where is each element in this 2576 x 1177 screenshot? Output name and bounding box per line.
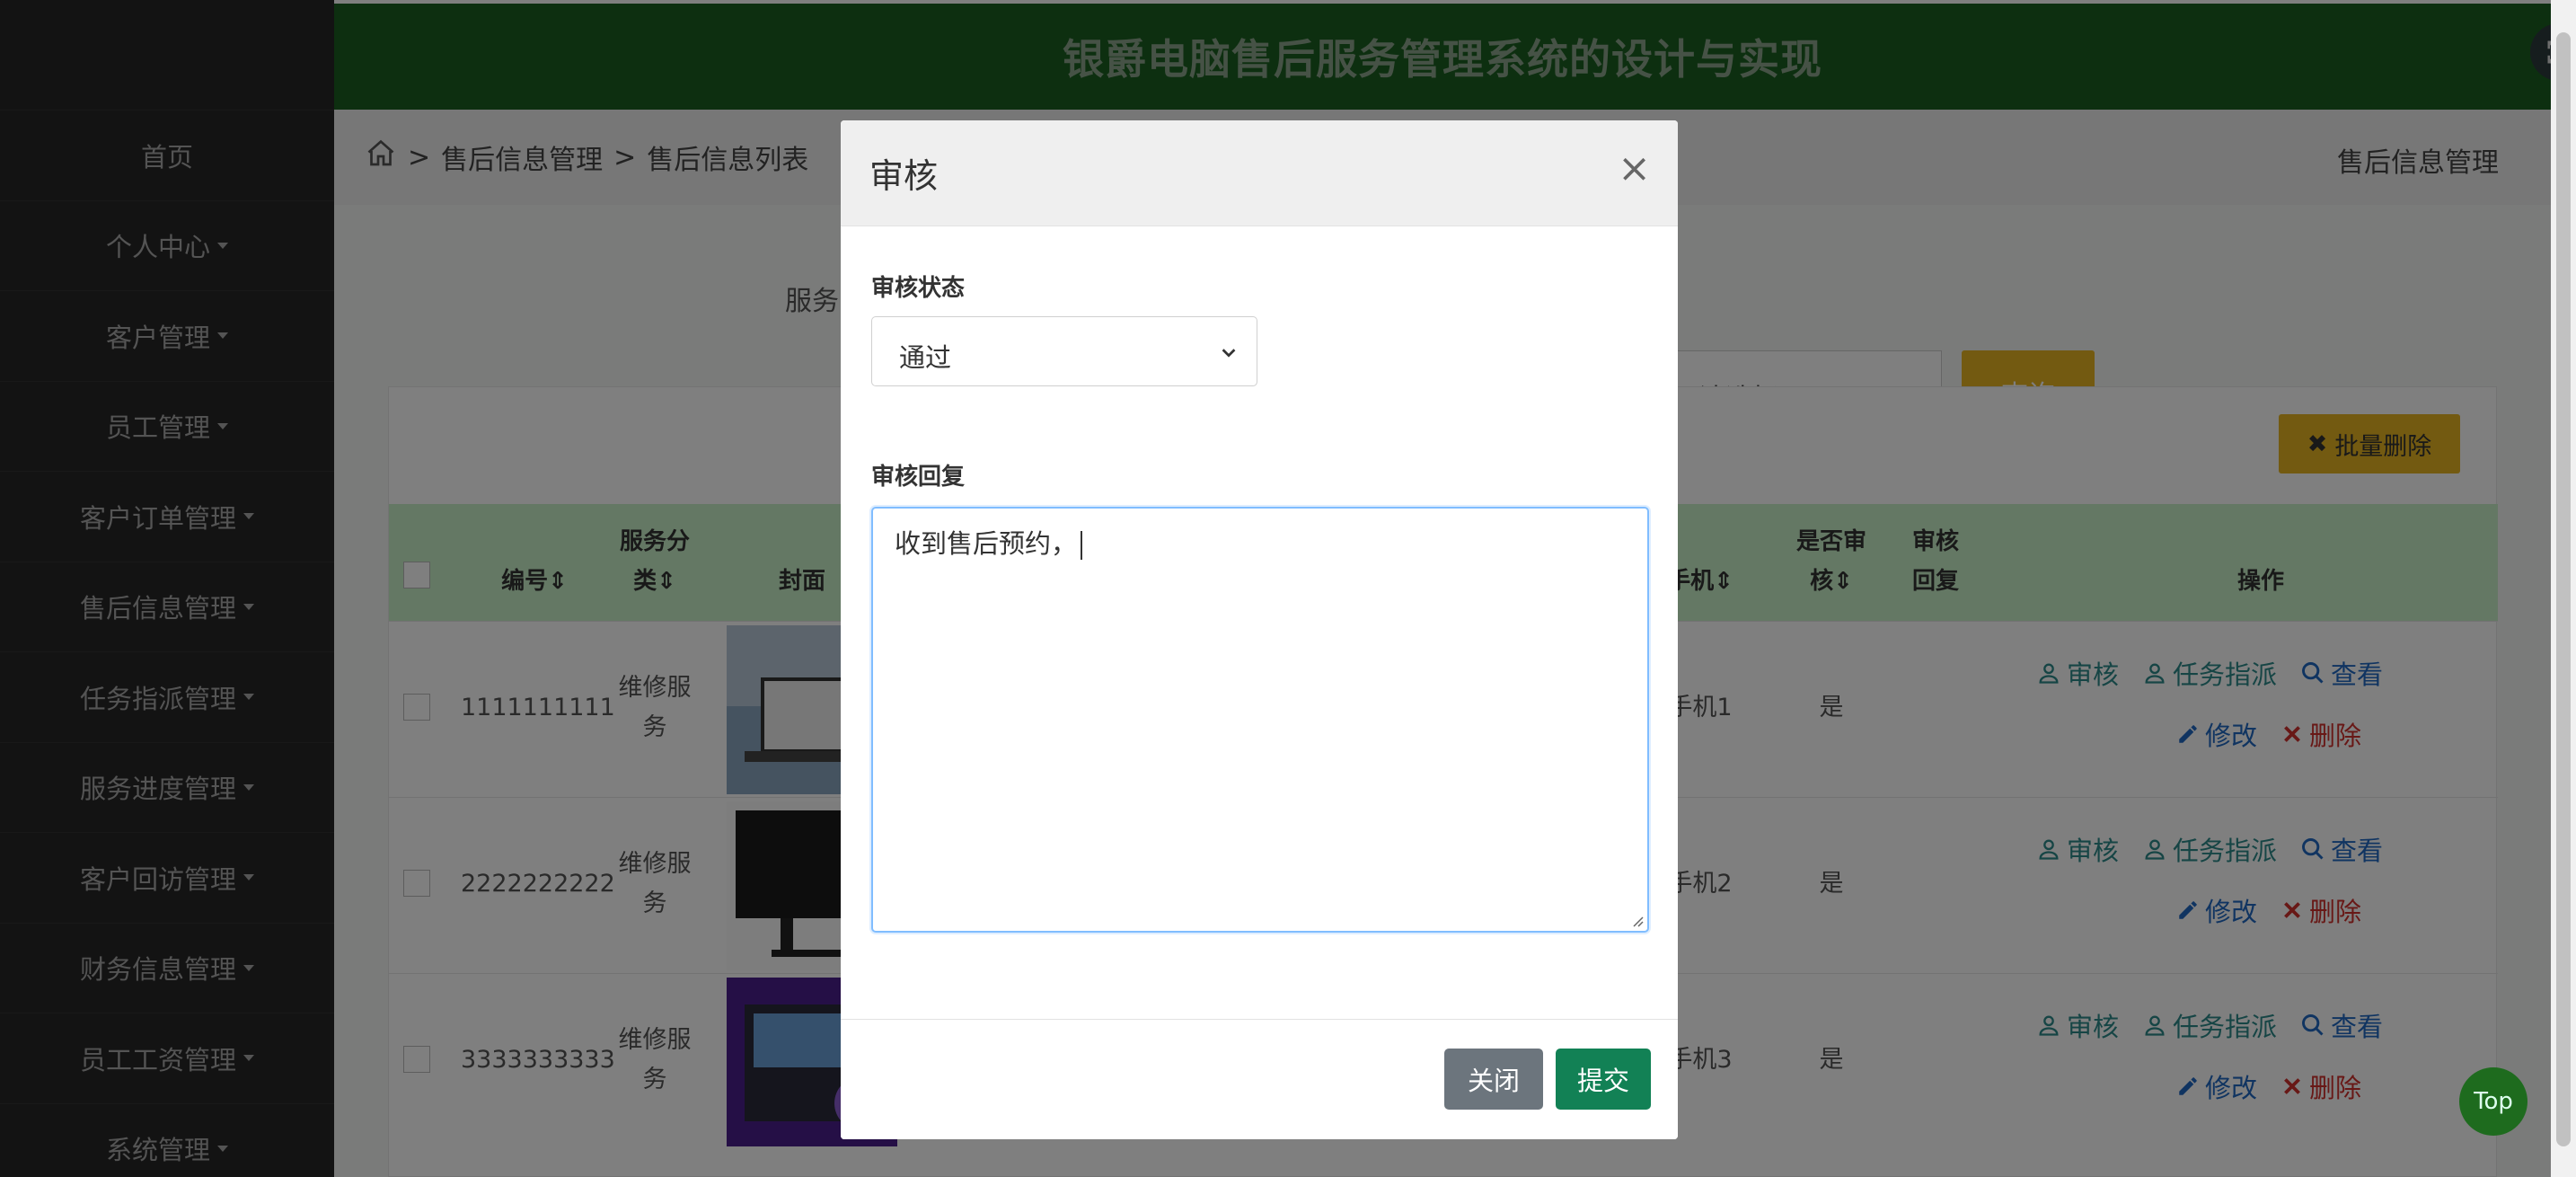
close-button[interactable]: 关闭 [1444,1049,1543,1110]
status-label: 审核状态 [871,275,966,302]
modal-title: 审核 [869,156,939,196]
audit-status-value: 通过 [899,342,952,373]
back-to-top-button[interactable]: Top [2459,1067,2527,1136]
text-cursor [1081,531,1083,560]
reply-label: 审核回复 [871,464,966,491]
scrollbar-thumb[interactable] [2556,32,2571,1146]
audit-status-select[interactable]: 通过 [871,316,1257,386]
modal-footer: 关闭 提交 [841,1019,1678,1139]
page-scrollbar[interactable] [2551,0,2576,1177]
audit-reply-textarea[interactable]: 收到售后预约， [871,507,1649,933]
modal-body: 审核状态 通过 审核回复 收到售后预约， [841,226,1678,1019]
modal-close-icon[interactable]: × [1618,149,1651,189]
submit-button[interactable]: 提交 [1556,1049,1651,1110]
audit-modal: 审核 × 审核状态 通过 审核回复 收到售后预约， 关闭 提交 [841,120,1678,1139]
audit-reply-value: 收到售后预约， [895,528,1078,559]
chevron-down-icon [1222,349,1236,358]
resize-handle-icon[interactable] [1629,913,1644,927]
modal-header: 审核 × [841,120,1678,226]
